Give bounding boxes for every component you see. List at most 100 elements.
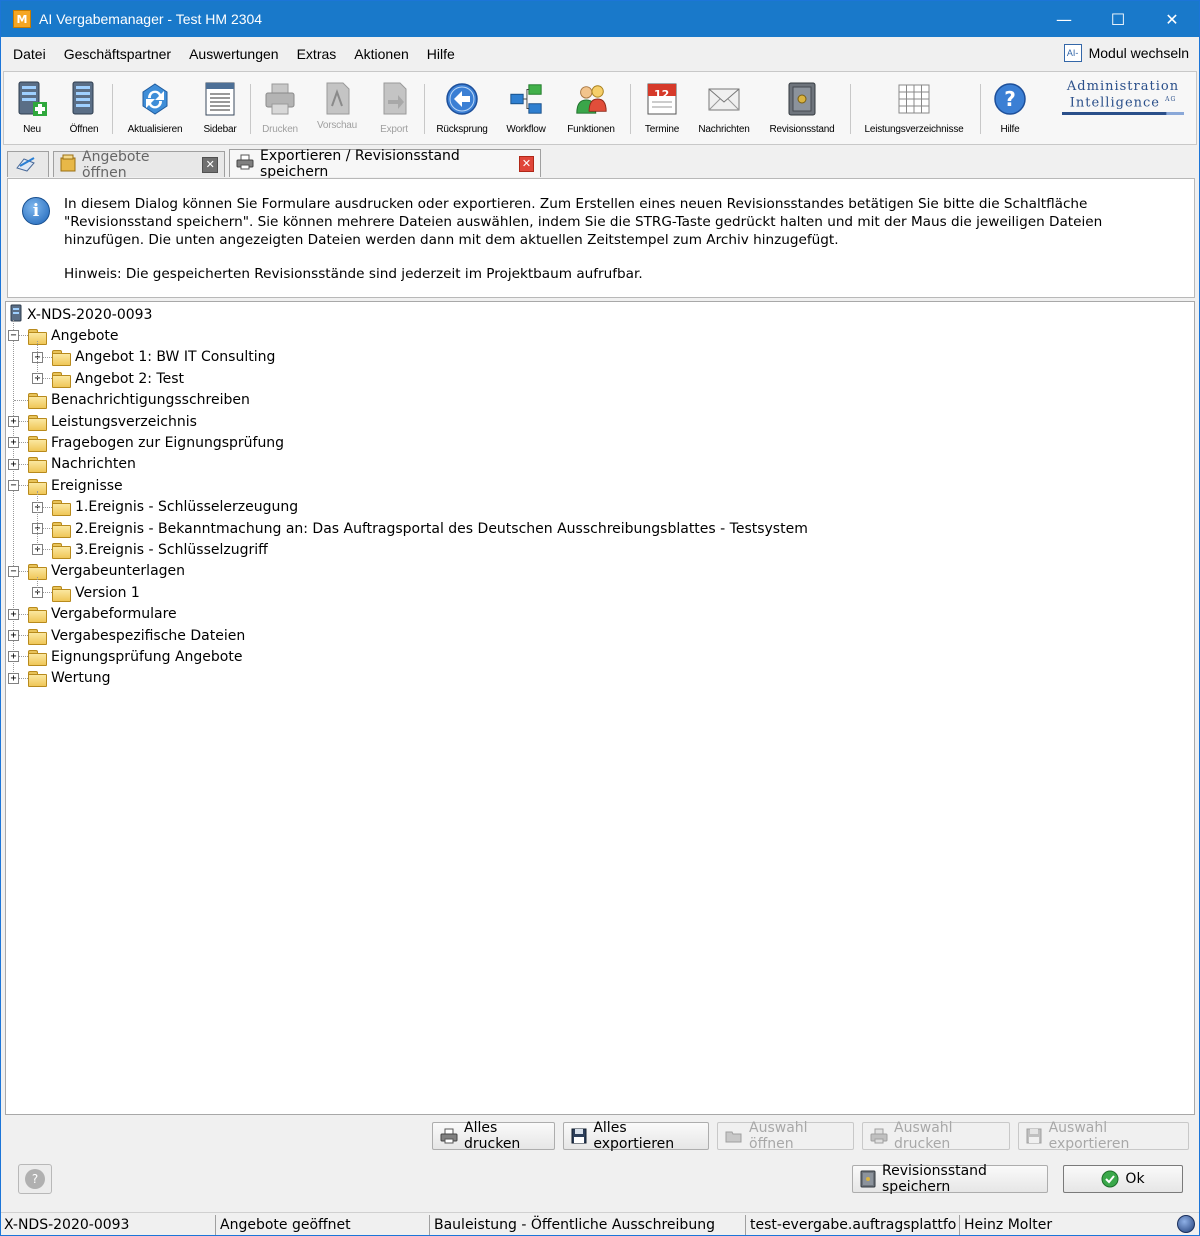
sidebar-icon xyxy=(202,80,238,118)
menu-geschaeftspartner[interactable]: Geschäftspartner xyxy=(55,46,180,62)
server-add-icon xyxy=(14,80,50,118)
tree-node[interactable]: 3.Ereignis - Schlüsselzugriff xyxy=(52,539,268,560)
modul-label: Modul wechseln xyxy=(1088,45,1189,61)
tree-node[interactable]: Ereignisse xyxy=(28,475,123,496)
tab-exportieren[interactable]: Exportieren / Revisionsstand speichern ✕ xyxy=(229,148,541,180)
tree-root[interactable]: X-NDS-2020-0093 xyxy=(9,304,152,325)
tree-node[interactable]: Leistungsverzeichnis xyxy=(28,411,197,432)
safe-icon xyxy=(784,80,820,118)
tree-expander[interactable]: + xyxy=(8,437,19,449)
toolbar-workflow-button[interactable]: Workflow xyxy=(500,72,552,144)
envelope-icon xyxy=(706,80,742,118)
menu-extras[interactable]: Extras xyxy=(288,46,346,62)
tree-line xyxy=(37,341,38,379)
tree-expander[interactable]: + xyxy=(8,416,19,427)
tree-expander[interactable]: + xyxy=(8,458,19,470)
toolbar-drucken-button[interactable]: Drucken xyxy=(257,72,303,144)
status-server: test-evergabe.auftragsplattfo... xyxy=(745,1215,957,1235)
ok-button[interactable]: Ok xyxy=(1063,1165,1183,1193)
toolbar-export-button[interactable]: Export xyxy=(372,72,416,144)
folder-icon xyxy=(28,414,47,431)
toolbar-hilfe-button[interactable]: ? Hilfe xyxy=(988,72,1032,144)
tab-strip: Angebote öffnen ✕ Exportieren / Revision… xyxy=(3,147,1197,181)
toolbar-separator xyxy=(112,84,113,134)
tree-expander[interactable]: + xyxy=(8,672,19,684)
open-selection-button[interactable]: Auswahl öffnen xyxy=(717,1120,854,1152)
export-all-button[interactable]: Alles exportieren xyxy=(563,1120,709,1152)
preview-icon xyxy=(319,80,355,118)
close-window-button[interactable]: ✕ xyxy=(1145,1,1199,37)
svg-text:?: ? xyxy=(1004,87,1016,111)
tree-node[interactable]: Vergabespezifische Dateien xyxy=(28,625,245,646)
tree-node[interactable]: 1.Ereignis - Schlüsselerzeugung xyxy=(52,497,298,518)
tab-close-icon[interactable]: ✕ xyxy=(519,155,534,172)
toolbar-funktionen-button[interactable]: Funktionen xyxy=(560,72,622,144)
folder-icon xyxy=(52,585,71,602)
refresh-icon xyxy=(137,80,173,118)
menu-datei[interactable]: Datei xyxy=(1,46,55,62)
folder-icon xyxy=(28,393,47,410)
print-selection-button[interactable]: Auswahl drucken xyxy=(862,1120,1010,1152)
menu-auswertungen[interactable]: Auswertungen xyxy=(180,46,288,62)
tree-node[interactable]: Version 1 xyxy=(52,582,140,603)
save-revision-button[interactable]: Revisionsstand speichern xyxy=(852,1163,1048,1195)
box-icon xyxy=(60,154,76,176)
toolbar-neu-button[interactable]: Neu xyxy=(10,72,54,144)
toolbar-sidebar-button[interactable]: Sidebar xyxy=(198,72,242,144)
tree-expander[interactable]: + xyxy=(8,630,19,641)
tree-line xyxy=(37,576,38,593)
tree-expander[interactable]: − xyxy=(8,330,19,342)
tree-node[interactable]: Angebot 2: Test xyxy=(52,368,184,389)
toolbar-leistungsverzeichnisse-button[interactable]: Leistungsverzeichnisse xyxy=(858,72,970,144)
calendar-icon: 12 xyxy=(644,80,680,118)
tree-node[interactable]: Vergabeunterlagen xyxy=(28,561,185,582)
safe-icon xyxy=(860,1170,876,1188)
printer-icon xyxy=(440,1128,458,1144)
floppy-disk-icon xyxy=(571,1128,587,1144)
toolbar-oeffnen-button[interactable]: Öffnen xyxy=(62,72,106,144)
tab-close-icon[interactable]: ✕ xyxy=(202,156,218,173)
status-type: Bauleistung - Öffentliche Ausschreibung xyxy=(429,1215,743,1235)
menu-aktionen[interactable]: Aktionen xyxy=(345,46,417,62)
toolbar-revisionsstand-button[interactable]: Revisionsstand xyxy=(764,72,840,144)
printer-icon xyxy=(236,154,254,174)
folder-icon xyxy=(28,607,47,624)
toolbar-separator xyxy=(630,84,631,134)
tree-node[interactable]: Angebot 1: BW IT Consulting xyxy=(52,347,275,368)
toolbar-separator xyxy=(250,84,251,134)
tree-node[interactable]: Wertung xyxy=(28,668,111,689)
tab-angebote-oeffnen[interactable]: Angebote öffnen ✕ xyxy=(53,149,225,181)
tree-node[interactable]: 2.Ereignis - Bekanntmachung an: Das Auft… xyxy=(52,518,808,539)
app-logo-icon: M xyxy=(13,10,31,28)
folder-icon xyxy=(52,350,71,367)
toolbar-ruecksprung-button[interactable]: Rücksprung xyxy=(432,72,492,144)
toolbar-vorschau-button[interactable]: Vorschau xyxy=(313,72,361,144)
tree-expander[interactable]: − xyxy=(8,565,19,577)
tree-node[interactable]: Benachrichtigungsschreiben xyxy=(28,390,250,411)
tab-home[interactable] xyxy=(7,151,49,177)
tree-node[interactable]: Fragebogen zur Eignungsprüfung xyxy=(28,432,284,453)
tree-node[interactable]: Eignungsprüfung Angebote xyxy=(28,646,242,667)
home-icon xyxy=(14,154,38,176)
project-tree[interactable]: X-NDS-2020-0093 Angebote − Angebot 1: BW I… xyxy=(5,301,1195,1115)
help-button[interactable]: ? xyxy=(18,1164,52,1194)
folder-icon xyxy=(52,500,71,517)
tree-node[interactable]: Vergabeformulare xyxy=(28,604,177,625)
toolbar-separator xyxy=(424,84,425,134)
minimize-button[interactable]: — xyxy=(1037,1,1091,37)
tree-node[interactable]: Nachrichten xyxy=(28,454,136,475)
toolbar-aktualisieren-button[interactable]: Aktualisieren xyxy=(122,72,188,144)
company-logo: Administration Intelligence AG xyxy=(1056,80,1190,120)
maximize-button[interactable]: ☐ xyxy=(1091,1,1145,37)
toolbar-nachrichten-button[interactable]: Nachrichten xyxy=(694,72,754,144)
modul-wechseln-button[interactable]: AI- Modul wechseln xyxy=(1063,44,1189,62)
tree-expander[interactable]: − xyxy=(8,480,19,492)
tree-expander[interactable]: + xyxy=(8,608,19,620)
tree-node[interactable]: Angebote xyxy=(28,325,119,346)
folder-icon xyxy=(28,671,47,688)
toolbar-termine-button[interactable]: 12 Termine xyxy=(638,72,686,144)
export-selection-button[interactable]: Auswahl exportieren xyxy=(1018,1120,1189,1152)
tree-expander[interactable]: + xyxy=(8,651,19,663)
menu-hilfe[interactable]: Hilfe xyxy=(418,46,464,62)
print-all-button[interactable]: Alles drucken xyxy=(432,1120,555,1152)
